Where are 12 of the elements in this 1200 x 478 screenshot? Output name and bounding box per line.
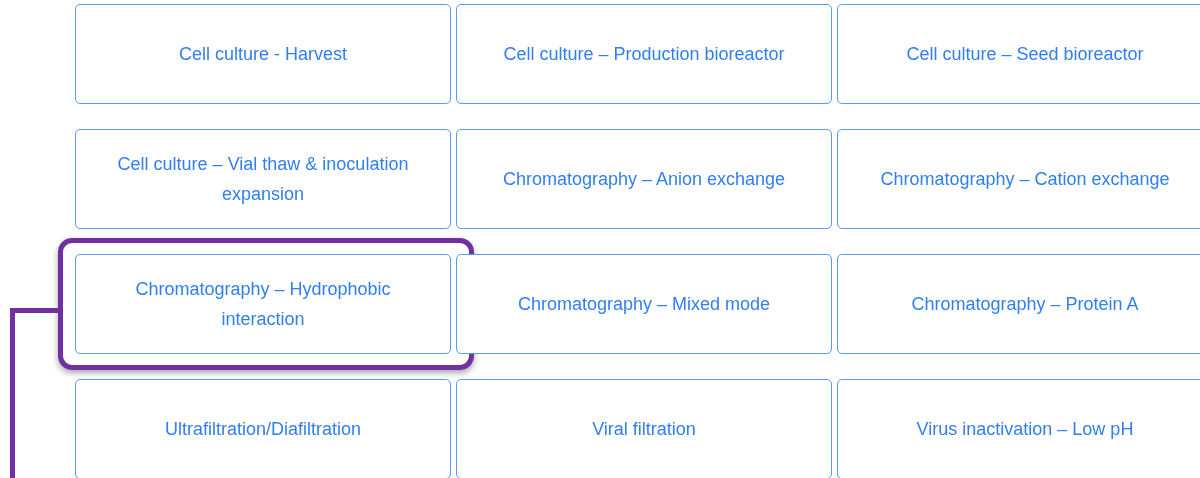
category-button[interactable]: Cell culture – Vial thaw & inoculation expansion: [75, 129, 451, 229]
category-button[interactable]: Chromatography – Cation exchange: [837, 129, 1200, 229]
category-button[interactable]: Cell culture – Production bioreactor: [456, 4, 832, 104]
category-button[interactable]: Chromatography – Hydrophobic interaction: [75, 254, 451, 354]
category-button[interactable]: Chromatography – Protein A: [837, 254, 1200, 354]
category-button[interactable]: Cell culture – Seed bioreactor: [837, 4, 1200, 104]
category-button[interactable]: Viral filtration: [456, 379, 832, 478]
category-button[interactable]: Ultrafiltration/Diafiltration: [75, 379, 451, 478]
category-button[interactable]: Chromatography – Mixed mode: [456, 254, 832, 354]
category-button[interactable]: Cell culture - Harvest: [75, 4, 451, 104]
category-button[interactable]: Virus inactivation – Low pH: [837, 379, 1200, 478]
category-button[interactable]: Chromatography – Anion exchange: [456, 129, 832, 229]
